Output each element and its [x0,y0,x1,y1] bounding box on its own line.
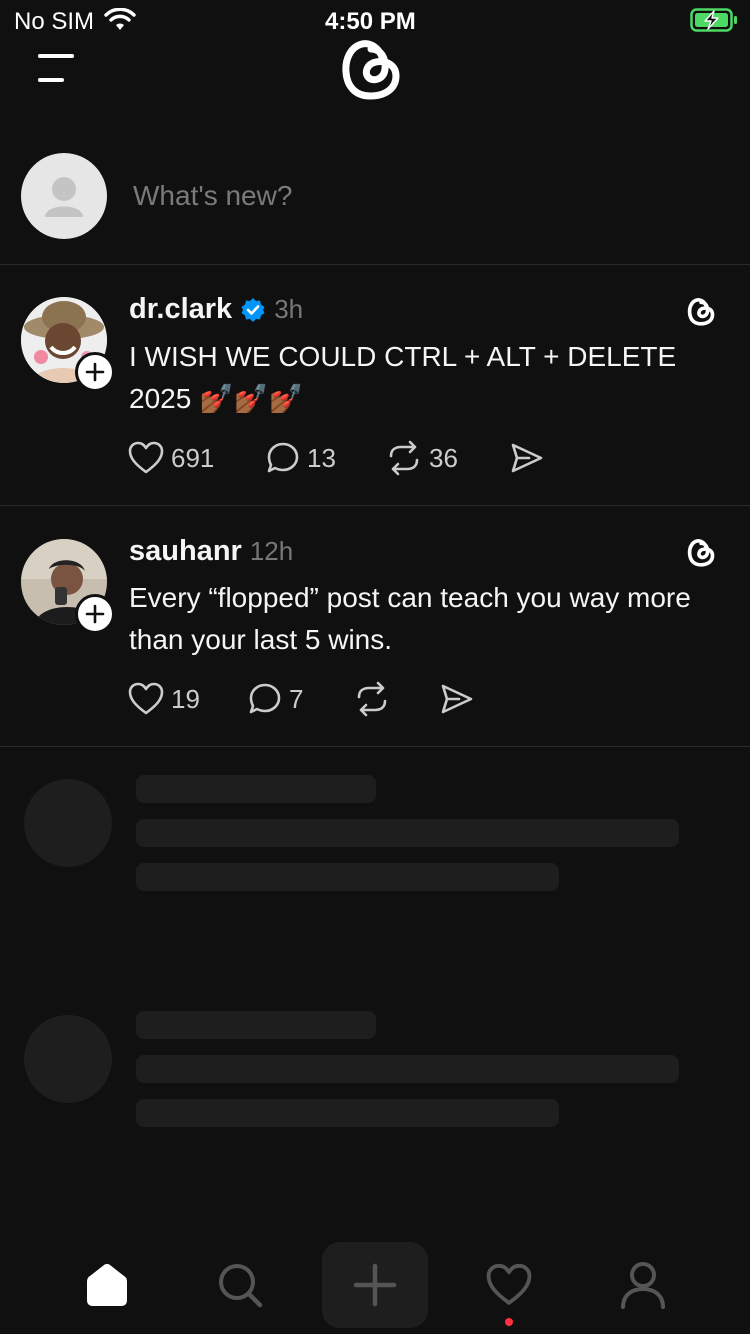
battery-icon [690,8,738,37]
plus-icon [85,604,105,624]
repost-icon [357,681,387,717]
threads-link-icon[interactable] [686,294,718,333]
carrier-label: No SIM [14,8,95,35]
follow-button[interactable] [75,594,115,634]
search-icon [219,1264,263,1308]
share-button[interactable] [439,681,475,717]
menu-button[interactable] [37,52,75,84]
notification-dot [505,1318,513,1326]
reply-button[interactable]: 7 [247,681,353,717]
profile-icon [621,1262,665,1309]
heart-icon [486,1263,532,1305]
repost-count: 36 [429,442,458,473]
skeleton-line [136,1055,679,1083]
threads-link-icon[interactable] [686,535,718,574]
skeleton-line [136,775,376,803]
skeleton-line [136,1011,376,1039]
skeleton-line [136,1099,559,1127]
post-actions: 691 13 36 [127,440,545,476]
compose-input[interactable]: What's new? [133,180,292,212]
repost-icon [389,440,419,476]
post-header: sauhanr 12h [129,535,293,568]
menu-icon [38,54,74,82]
skeleton-avatar [24,1015,112,1103]
post-text: Every “flopped” post can teach you way m… [129,582,691,655]
share-button[interactable] [509,440,545,476]
like-button[interactable]: 691 [127,440,265,476]
tab-create[interactable] [322,1242,428,1328]
home-icon [87,1263,127,1306]
tab-profile[interactable] [593,1242,693,1328]
skeleton-avatar [24,779,112,867]
comment-icon [249,683,281,714]
repost-button[interactable] [353,681,439,717]
send-icon [511,443,543,473]
skeleton-line [136,819,679,847]
divider [0,746,750,747]
username[interactable]: sauhanr [129,535,242,568]
post-header: dr.clark 3h [129,293,303,326]
default-avatar-icon [45,177,83,217]
reply-count: 7 [289,683,304,714]
divider [0,505,750,506]
user-avatar[interactable] [21,153,107,239]
username[interactable]: dr.clark [129,293,232,326]
wifi-icon [104,7,136,37]
tab-activity[interactable] [459,1242,559,1328]
post-time: 12h [249,536,294,566]
reply-count: 13 [307,442,336,473]
threads-logo-icon[interactable] [338,32,408,109]
reply-button[interactable]: 13 [265,440,385,476]
repost-button[interactable]: 36 [385,440,509,476]
tab-home[interactable] [57,1242,157,1328]
plus-icon [85,362,105,382]
follow-button[interactable] [75,352,115,392]
verified-badge-icon [241,297,265,322]
plus-icon [353,1263,397,1307]
heart-icon [128,441,164,474]
comment-icon [267,442,299,473]
send-icon [441,684,473,714]
tab-search[interactable] [190,1242,290,1328]
like-count: 691 [171,442,215,473]
post-actions: 19 7 [127,681,475,717]
like-count: 19 [171,683,200,714]
post-text: I WISH WE COULD CTRL + ALT + DELETE 2025… [129,341,677,414]
divider [0,264,750,265]
like-button[interactable]: 19 [127,681,247,717]
skeleton-line [136,863,559,891]
heart-icon [128,682,164,715]
post-time: 3h [274,294,304,324]
